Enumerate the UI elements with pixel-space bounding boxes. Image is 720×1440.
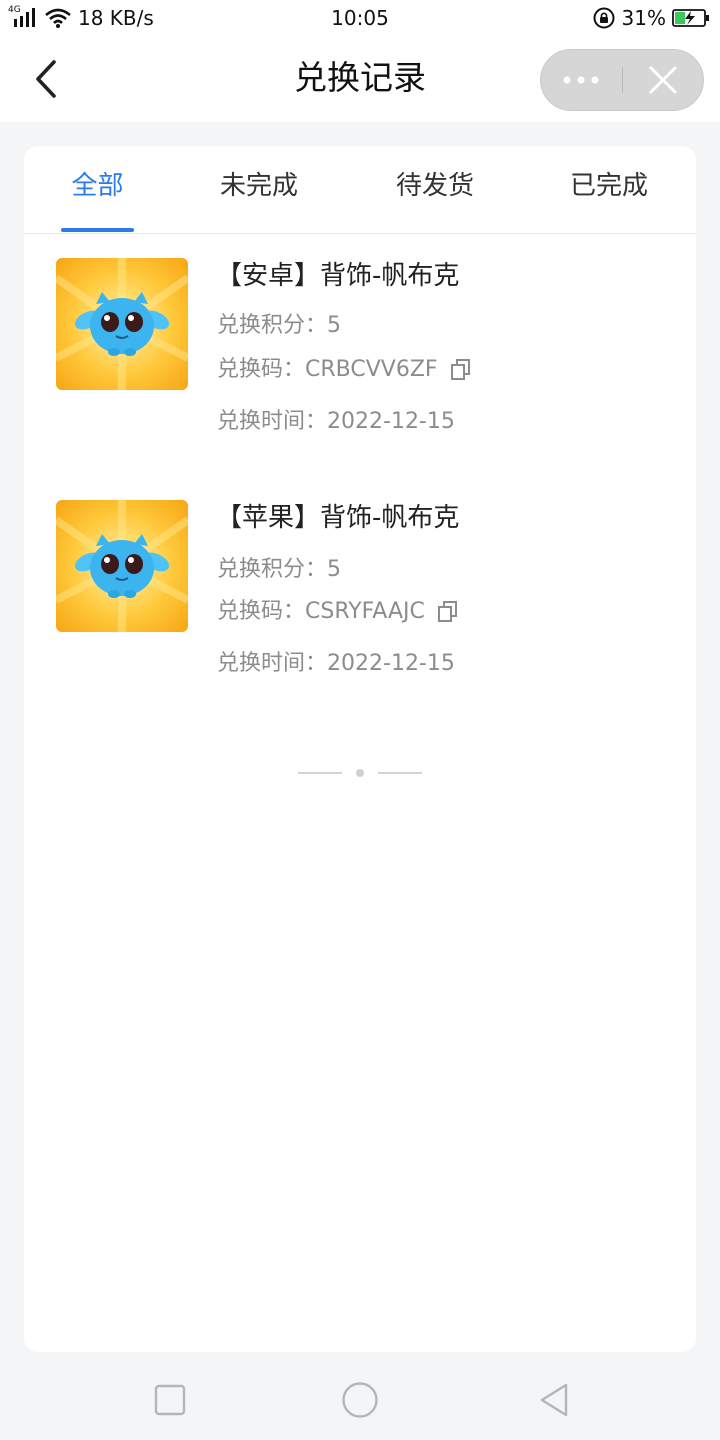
tab-incomplete[interactable]: 未完成 [214, 166, 304, 206]
recent-apps-button[interactable] [150, 1380, 190, 1420]
copy-icon[interactable] [450, 358, 472, 382]
records-card: 全部 未完成 待发货 已完成 【安卓】背饰-帆布克 兑换积分： 5 兑换码： C… [24, 146, 696, 1352]
item-time: 兑换时间： 2022-12-15 [217, 406, 455, 438]
mini-program-capsule [540, 49, 704, 111]
list-item[interactable]: 【安卓】背饰-帆布克 兑换积分： 5 兑换码： CRBCVV6ZF 兑换时间： … [56, 258, 666, 458]
code-value: CSRYFAAJC [305, 599, 425, 624]
recent-apps-square-icon [154, 1384, 186, 1416]
close-icon [649, 66, 677, 94]
page-header: 兑换记录 [0, 36, 720, 122]
item-title: 【安卓】背饰-帆布克 [216, 261, 460, 291]
tab-pending-shipment[interactable]: 待发货 [390, 166, 480, 206]
code-value: CRBCVV6ZF [305, 357, 438, 382]
points-value: 5 [327, 313, 342, 338]
list-item[interactable]: 【苹果】背饰-帆布克 兑换积分： 5 兑换码： CSRYFAAJC 兑换时间： … [56, 500, 666, 700]
system-back-button[interactable] [534, 1380, 574, 1420]
points-value: 5 [327, 557, 342, 582]
status-right: 31% [592, 5, 710, 31]
item-time: 兑换时间： 2022-12-15 [217, 648, 455, 680]
item-title: 【苹果】背饰-帆布克 [216, 503, 460, 533]
end-of-list-divider [298, 768, 422, 778]
tab-all[interactable]: 全部 [61, 166, 134, 206]
battery-charging-icon [672, 8, 710, 28]
time-label: 兑换时间： [217, 409, 328, 434]
status-bar: 4G 18 KB/s 10:05 31% [0, 0, 720, 36]
points-label: 兑换积分： [217, 557, 328, 582]
more-button[interactable] [541, 49, 622, 111]
tab-bar: 全部 未完成 待发货 已完成 [24, 146, 696, 234]
home-button[interactable] [340, 1380, 380, 1420]
code-label: 兑换码： [217, 599, 306, 624]
back-triangle-icon [540, 1383, 568, 1417]
item-code: 兑换码： CRBCVV6ZF [217, 354, 472, 386]
battery-level: 31% [621, 6, 666, 30]
more-dots-icon [563, 76, 599, 84]
system-nav-bar [0, 1360, 720, 1440]
item-thumbnail [56, 500, 188, 632]
item-code: 兑换码： CSRYFAAJC [217, 596, 459, 628]
time-value: 2022-12-15 [327, 409, 455, 434]
home-circle-icon [342, 1382, 378, 1418]
close-button[interactable] [623, 49, 704, 111]
rotation-lock-icon [592, 6, 616, 30]
time-label: 兑换时间： [217, 651, 328, 676]
tab-completed[interactable]: 已完成 [564, 166, 654, 206]
tab-active-indicator [61, 228, 134, 232]
points-label: 兑换积分： [217, 313, 328, 338]
time-value: 2022-12-15 [327, 651, 455, 676]
copy-icon[interactable] [437, 600, 459, 624]
item-points: 兑换积分： 5 [217, 310, 341, 342]
item-points: 兑换积分： 5 [217, 554, 341, 586]
item-thumbnail [56, 258, 188, 390]
code-label: 兑换码： [217, 357, 306, 382]
